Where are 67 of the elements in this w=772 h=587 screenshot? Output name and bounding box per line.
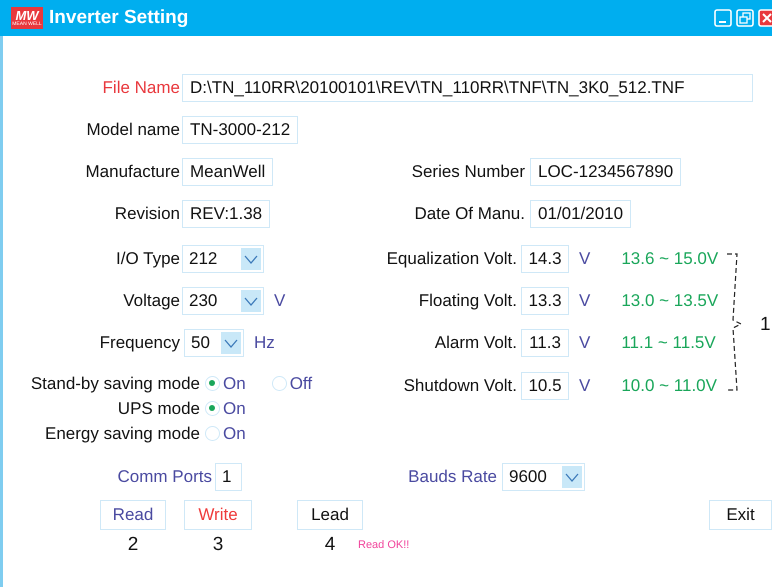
chevron-icon: [565, 472, 579, 482]
field-label: Equalization Volt.: [386, 249, 518, 269]
callout-number: 2: [126, 534, 140, 556]
option-label: On: [223, 424, 246, 444]
callout-number: 3: [212, 534, 224, 556]
dropdown[interactable]: 9600: [502, 463, 585, 491]
restore-icon[interactable]: [736, 9, 754, 27]
chevron-icon: [244, 254, 258, 264]
field-label: File Name: [102, 78, 181, 98]
field-label: Frequency: [98, 333, 181, 353]
text-field[interactable]: 01/01/2010: [530, 200, 632, 228]
field-label: Revision: [114, 204, 181, 224]
dropdown[interactable]: 50: [184, 329, 244, 357]
unit-label: V: [579, 333, 590, 353]
chevron-icon: [244, 296, 258, 306]
text-field[interactable]: D:\TN_110RR\20100101\REV\TN_110RR\TNF\TN_3K0_512.TNF: [182, 74, 753, 102]
text-field[interactable]: REV:1.38: [182, 200, 270, 228]
text-field[interactable]: 10.5: [521, 372, 569, 400]
field-label: Shutdown Volt.: [402, 376, 518, 396]
unit-label: Hz: [254, 333, 275, 353]
radio-button[interactable]: [205, 376, 220, 391]
action-button[interactable]: Write: [184, 500, 252, 530]
field-label: Voltage: [122, 291, 181, 311]
field-label: Floating Volt.: [418, 291, 518, 311]
field-label: I/O Type: [115, 249, 181, 269]
text-field[interactable]: TN-3000-212: [182, 116, 298, 144]
action-button[interactable]: Lead: [297, 500, 363, 530]
field-label: Model name: [85, 120, 181, 140]
field-label: Manufacture: [84, 162, 181, 182]
range-label: 13.0 ~ 13.5V: [621, 291, 718, 311]
exit-button[interactable]: Exit: [709, 500, 772, 530]
chevron-icon: [224, 338, 238, 348]
field-label: UPS mode: [116, 398, 201, 418]
close-icon[interactable]: [758, 9, 772, 27]
radio-button[interactable]: [272, 376, 287, 391]
field-label: Bauds Rate: [407, 467, 498, 487]
unit-label: V: [274, 291, 286, 311]
option-label: Off: [290, 374, 312, 394]
status-message: Read OK!!: [358, 539, 410, 551]
field-label: Alarm Volt.: [434, 333, 518, 353]
radio-button[interactable]: [205, 401, 220, 416]
text-field[interactable]: 13.3: [521, 287, 569, 315]
unit-label: V: [579, 249, 590, 269]
field-label: Date Of Manu.: [413, 204, 526, 224]
text-field[interactable]: MeanWell: [182, 158, 274, 186]
field-label: Energy saving mode: [44, 424, 201, 444]
field-label: Comm Ports: [116, 467, 213, 487]
action-button[interactable]: Read: [100, 500, 166, 530]
radio-button[interactable]: [205, 426, 220, 441]
text-field[interactable]: 11.3: [521, 329, 569, 357]
range-label: 11.1 ~ 11.5V: [621, 333, 716, 353]
callout-number: 1: [760, 314, 771, 336]
unit-label: V: [579, 376, 590, 396]
range-label: 10.0 ~ 11.0V: [621, 376, 717, 396]
unit-label: V: [579, 291, 590, 311]
option-label: On: [223, 398, 246, 418]
minimize-icon[interactable]: [714, 9, 732, 27]
range-label: 13.6 ~ 15.0V: [621, 249, 718, 269]
text-field[interactable]: 14.3: [521, 245, 569, 273]
dropdown[interactable]: 230: [182, 287, 264, 315]
option-label: On: [223, 374, 246, 394]
field-label: Series Number: [410, 162, 526, 182]
dropdown[interactable]: 212: [182, 245, 264, 273]
text-field[interactable]: LOC-1234567890: [530, 158, 682, 186]
text-field[interactable]: 1: [215, 463, 242, 491]
window-title: Inverter Setting: [49, 7, 188, 29]
field-label: Stand-by saving mode: [30, 374, 201, 394]
